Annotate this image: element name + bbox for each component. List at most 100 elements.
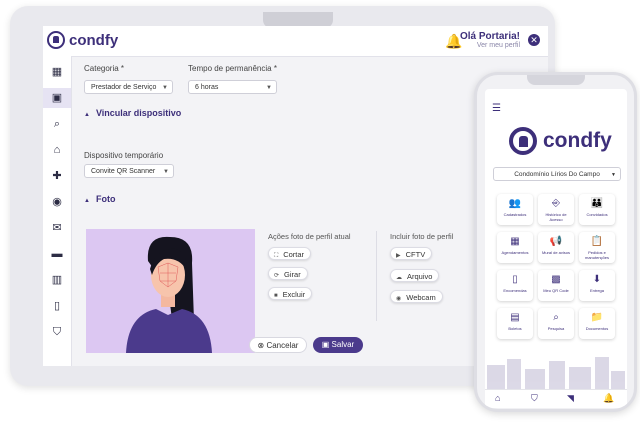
tile-label: Pesquisa bbox=[547, 326, 565, 331]
city-skyline-illustration bbox=[487, 357, 625, 389]
save-button[interactable]: ▣ Salvar bbox=[313, 337, 363, 353]
phone-screen: ☰ condfy Condomínio Lírios Do Campo ▼ 👥 C… bbox=[485, 89, 627, 408]
condfy-logo-icon bbox=[47, 31, 65, 49]
include-photo-title: Incluir foto de perfil bbox=[390, 232, 454, 241]
search-icon: ⌕ bbox=[553, 312, 559, 323]
link-device-section[interactable]: ▲ Vincular dispositivo bbox=[84, 105, 181, 121]
temp-device-select[interactable]: Convite QR Scanner ▼ bbox=[84, 164, 174, 178]
cftv-button[interactable]: ▶ CFTV bbox=[390, 247, 433, 260]
phone-notch bbox=[527, 75, 585, 85]
tile-label: Boletos bbox=[508, 326, 522, 331]
menu-icon[interactable]: ☰ bbox=[492, 103, 501, 114]
qrcode-icon: ▩ bbox=[551, 274, 561, 285]
door-icon: ⎆ bbox=[552, 198, 560, 209]
photo-title: Foto bbox=[95, 194, 116, 204]
camera-icon: ▶ bbox=[396, 253, 401, 259]
door-icon[interactable]: ▯ bbox=[43, 296, 71, 316]
calendar-icon: ▦ bbox=[510, 236, 520, 247]
crop-icon: ⛶ bbox=[274, 253, 279, 259]
app-logo[interactable]: condfy bbox=[47, 31, 118, 49]
photo-section[interactable]: ▲ Foto bbox=[84, 191, 115, 207]
laptop-screen: condfy 🔔 Olá Portaria! Ver meu perfil ✕ … bbox=[43, 26, 548, 366]
tile-entrega[interactable]: ⬇ Entrega bbox=[579, 270, 615, 301]
stay-select[interactable]: 6 horas ▼ bbox=[188, 80, 277, 94]
upload-icon: ☁ bbox=[396, 275, 402, 281]
add-user-icon[interactable]: ✚ bbox=[43, 166, 71, 186]
category-value: Prestador de Serviço bbox=[91, 84, 157, 91]
search-doc-icon[interactable]: ⌕ bbox=[43, 114, 71, 134]
home-icon[interactable]: ⌂ bbox=[43, 140, 71, 160]
folder-icon: 📁 bbox=[590, 312, 604, 323]
crop-label: Cortar bbox=[283, 250, 305, 259]
tile-encomendas[interactable]: ▯ Encomendas bbox=[497, 270, 533, 301]
link-device-title: Vincular dispositivo bbox=[95, 108, 182, 118]
tile-label: Convidados bbox=[586, 212, 608, 217]
delete-label: Excluir bbox=[282, 290, 306, 299]
phone-brand-name: condfy bbox=[543, 129, 612, 152]
folder-icon[interactable]: ▬ bbox=[43, 244, 71, 264]
brand-name: condfy bbox=[69, 31, 119, 49]
package-icon: ▯ bbox=[512, 274, 518, 285]
megaphone-icon: 📢 bbox=[549, 236, 563, 247]
tile-label: Histórico de Acesso bbox=[545, 212, 567, 222]
signal-icon[interactable]: ◉ bbox=[43, 192, 71, 212]
user-greeting[interactable]: Olá Portaria! Ver meu perfil bbox=[460, 31, 520, 49]
crop-button[interactable]: ⛶ Cortar bbox=[268, 247, 312, 260]
stay-value: 6 horas bbox=[195, 84, 219, 91]
tile-label: Agendamentos bbox=[501, 250, 529, 255]
rotate-button[interactable]: ⟳ Girar bbox=[268, 267, 308, 280]
profile-link[interactable]: Ver meu perfil bbox=[460, 42, 520, 49]
cctv-icon[interactable]: ◥ bbox=[567, 393, 574, 404]
temp-device-value: Convite QR Scanner bbox=[91, 168, 156, 175]
divider bbox=[376, 231, 377, 321]
tile-pesquisa[interactable]: ⌕ Pesquisa bbox=[538, 308, 574, 339]
tile-pedidos[interactable]: 📋 Pedidos e manutenções bbox=[579, 232, 615, 263]
tile-agendamentos[interactable]: ▦ Agendamentos bbox=[497, 232, 533, 263]
webcam-icon: ◉ bbox=[396, 296, 402, 302]
cftv-label: CFTV bbox=[405, 250, 426, 259]
rotate-icon: ⟳ bbox=[274, 273, 280, 279]
webcam-label: Webcam bbox=[406, 293, 436, 302]
chevron-down-icon: ▼ bbox=[611, 172, 616, 178]
rotate-label: Girar bbox=[284, 270, 301, 279]
tile-qrcode[interactable]: ▩ Meu QR Code bbox=[538, 270, 574, 301]
cancel-button[interactable]: ⊗ Cancelar bbox=[249, 337, 307, 353]
apartments-icon[interactable]: ▥ bbox=[43, 270, 71, 290]
delete-button[interactable]: ■ Excluir bbox=[268, 287, 313, 300]
stay-label: Tempo de permanência * bbox=[188, 64, 277, 73]
tile-convidados[interactable]: 👪 Convidados bbox=[579, 194, 615, 225]
contact-card-icon[interactable]: ▣ bbox=[43, 88, 71, 108]
sidebar: ▦ ▣ ⌕ ⌂ ✚ ◉ ✉ ▬ ▥ ▯ ⛉ bbox=[43, 56, 72, 366]
condo-value: Condomínio Lírios Do Campo bbox=[514, 171, 600, 178]
building-icon[interactable]: ▦ bbox=[43, 62, 71, 82]
phone-logo: condfy bbox=[509, 127, 612, 155]
chevron-down-icon: ▼ bbox=[163, 169, 169, 175]
close-icon[interactable]: ✕ bbox=[528, 34, 540, 46]
clipboard-icon: 📋 bbox=[590, 236, 604, 247]
tile-cadastrados[interactable]: 👥 Cadastrados bbox=[497, 194, 533, 225]
shield-icon[interactable]: ⛉ bbox=[43, 322, 71, 342]
tile-label: Encomendas bbox=[503, 288, 527, 293]
chevron-down-icon: ▼ bbox=[266, 85, 272, 91]
webcam-button[interactable]: ◉ Webcam bbox=[390, 290, 443, 303]
file-button[interactable]: ☁ Arquivo bbox=[390, 269, 440, 282]
delivery-icon: ⬇ bbox=[592, 274, 602, 285]
cancel-label: Cancelar bbox=[266, 341, 299, 350]
tile-historico[interactable]: ⎆ Histórico de Acesso bbox=[538, 194, 574, 225]
condo-select[interactable]: Condomínio Lírios Do Campo ▼ bbox=[493, 167, 621, 181]
category-select[interactable]: Prestador de Serviço ▼ bbox=[84, 80, 173, 94]
mail-icon[interactable]: ✉ bbox=[43, 218, 71, 238]
collapse-icon: ▲ bbox=[84, 112, 90, 118]
home-icon[interactable]: ⌂ bbox=[495, 393, 500, 403]
person-illustration bbox=[126, 236, 212, 353]
phone-bottom-nav: ⌂ ⛉ ◥ 🔔 bbox=[485, 389, 627, 408]
bell-icon[interactable]: 🔔 bbox=[603, 393, 614, 404]
tile-boletos[interactable]: ▤ Boletos bbox=[497, 308, 533, 339]
profile-photo bbox=[86, 229, 255, 353]
tile-documentos[interactable]: 📁 Documentos bbox=[579, 308, 615, 339]
phone-frame: ☰ condfy Condomínio Lírios Do Campo ▼ 👥 C… bbox=[474, 72, 637, 412]
current-photo-actions-title: Ações foto de perfil atual bbox=[268, 232, 351, 241]
tile-mural[interactable]: 📢 Mural de avisos bbox=[538, 232, 574, 263]
trash-icon: ■ bbox=[274, 293, 278, 299]
shield-icon[interactable]: ⛉ bbox=[531, 393, 538, 404]
